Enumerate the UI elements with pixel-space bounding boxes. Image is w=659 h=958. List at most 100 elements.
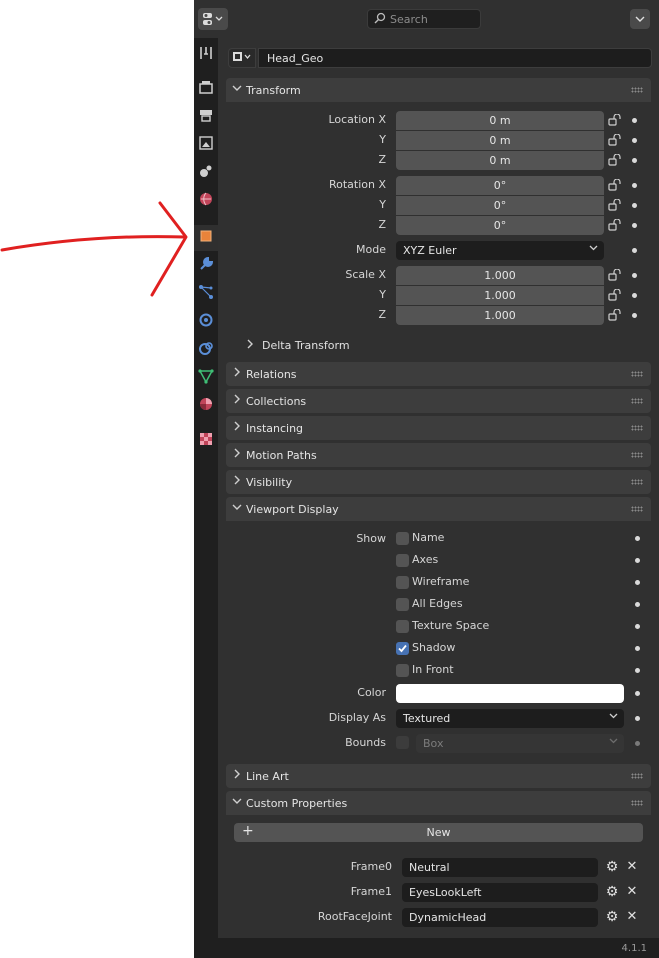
lock-icon[interactable] xyxy=(608,198,622,211)
tab-material[interactable] xyxy=(194,393,218,419)
keyframe-dot[interactable] xyxy=(632,203,637,208)
editor-type-button[interactable] xyxy=(198,8,228,30)
scale-x-field[interactable]: 1.000 xyxy=(396,266,604,285)
keyframe-dot[interactable] xyxy=(632,273,637,278)
lock-icon[interactable] xyxy=(608,178,622,191)
rotation-z-field[interactable]: 0° xyxy=(396,216,604,235)
show-name-checkbox[interactable] xyxy=(396,532,409,545)
keyframe-dot[interactable] xyxy=(635,580,640,585)
rotation-y-field[interactable]: 0° xyxy=(396,196,604,215)
drag-grip-icon[interactable] xyxy=(631,425,643,431)
panel-header[interactable]: Instancing xyxy=(226,416,651,440)
gear-icon[interactable]: ⚙ xyxy=(604,884,620,900)
drag-grip-icon[interactable] xyxy=(631,371,643,377)
location-y-field[interactable]: 0 m xyxy=(396,131,604,150)
show-in-front-checkbox[interactable] xyxy=(396,664,409,677)
drag-grip-icon[interactable] xyxy=(631,87,643,93)
scale-z-field[interactable]: 1.000 xyxy=(396,306,604,325)
tab-scene[interactable] xyxy=(194,160,218,186)
show-wireframe-checkbox[interactable] xyxy=(396,576,409,589)
keyframe-dot[interactable] xyxy=(635,602,640,607)
keyframe-dot[interactable] xyxy=(632,248,637,253)
close-icon[interactable]: ✕ xyxy=(625,884,639,900)
keyframe-dot[interactable] xyxy=(635,646,640,651)
object-type-dropdown[interactable] xyxy=(228,48,256,68)
display-as-select[interactable]: Textured xyxy=(396,709,624,728)
keyframe-dot[interactable] xyxy=(635,558,640,563)
keyframe-dot[interactable] xyxy=(635,668,640,673)
drag-grip-icon[interactable] xyxy=(631,452,643,458)
lock-icon[interactable] xyxy=(608,153,622,166)
tab-view-layer[interactable] xyxy=(194,132,218,158)
keyframe-dot[interactable] xyxy=(635,691,640,696)
tab-tool[interactable] xyxy=(194,42,218,68)
show-all-edges-checkbox[interactable] xyxy=(396,598,409,611)
keyframe-dot[interactable] xyxy=(632,223,637,228)
scale-y-field[interactable]: 1.000 xyxy=(396,286,604,305)
keyframe-dot[interactable] xyxy=(635,624,640,629)
keyframe-dot[interactable] xyxy=(632,118,637,123)
custom-property-value[interactable]: DynamicHead xyxy=(402,908,598,927)
tab-world[interactable] xyxy=(194,188,218,214)
physics-icon xyxy=(198,312,214,332)
keyframe-dot[interactable] xyxy=(635,716,640,721)
drag-grip-icon[interactable] xyxy=(631,506,643,512)
viewport-display-header[interactable]: Viewport Display xyxy=(226,497,651,521)
custom-property-value[interactable]: Neutral xyxy=(402,858,598,877)
panel-header[interactable]: Relations xyxy=(226,362,651,386)
show-shadow-checkbox[interactable] xyxy=(396,642,409,655)
tab-data[interactable] xyxy=(194,365,218,391)
new-property-button[interactable]: + New xyxy=(234,823,643,842)
gear-icon[interactable]: ⚙ xyxy=(604,859,620,875)
location-z-field[interactable]: 0 m xyxy=(396,151,604,170)
tab-particles[interactable] xyxy=(194,281,218,307)
tab-render[interactable] xyxy=(194,76,218,102)
bounds-select[interactable]: Box xyxy=(416,734,624,753)
rotation-x-field[interactable]: 0° xyxy=(396,176,604,195)
color-swatch[interactable] xyxy=(396,684,624,703)
bounds-checkbox[interactable] xyxy=(396,736,409,749)
lock-icon[interactable] xyxy=(608,218,622,231)
tab-modifiers[interactable] xyxy=(194,253,218,279)
keyframe-dot[interactable] xyxy=(632,158,637,163)
custom-properties-header[interactable]: Custom Properties xyxy=(226,791,651,815)
tab-constraints[interactable] xyxy=(194,337,218,363)
drag-grip-icon[interactable] xyxy=(631,800,643,806)
tab-output[interactable] xyxy=(194,104,218,130)
lock-icon[interactable] xyxy=(608,113,622,126)
show-axes-checkbox[interactable] xyxy=(396,554,409,567)
lock-icon[interactable] xyxy=(608,288,622,301)
keyframe-dot[interactable] xyxy=(635,741,640,746)
tab-texture[interactable] xyxy=(194,428,218,454)
tab-physics[interactable] xyxy=(194,309,218,335)
header-options-dropdown[interactable] xyxy=(630,9,650,29)
object-name-field[interactable]: Head_Geo xyxy=(258,48,652,68)
panel-header[interactable]: Visibility xyxy=(226,470,651,494)
keyframe-dot[interactable] xyxy=(632,313,637,318)
panel-header[interactable]: Motion Paths xyxy=(226,443,651,467)
drag-grip-icon[interactable] xyxy=(631,773,643,779)
line-art-header[interactable]: Line Art xyxy=(226,764,651,788)
delta-transform-subpanel[interactable]: Delta Transform xyxy=(246,336,350,354)
close-icon[interactable]: ✕ xyxy=(625,909,639,925)
keyframe-dot[interactable] xyxy=(632,293,637,298)
keyframe-dot[interactable] xyxy=(632,138,637,143)
close-icon[interactable]: ✕ xyxy=(625,859,639,875)
keyframe-dot[interactable] xyxy=(632,183,637,188)
color-label: Color xyxy=(357,686,386,699)
show-texture-space-checkbox[interactable] xyxy=(396,620,409,633)
keyframe-dot[interactable] xyxy=(635,536,640,541)
panel-header[interactable]: Collections xyxy=(226,389,651,413)
lock-icon[interactable] xyxy=(608,268,622,281)
location-x-field[interactable]: 0 m xyxy=(396,111,604,130)
tab-object[interactable] xyxy=(194,225,218,251)
lock-icon[interactable] xyxy=(608,308,622,321)
transform-panel-header[interactable]: Transform xyxy=(226,78,651,102)
lock-icon[interactable] xyxy=(608,133,622,146)
gear-icon[interactable]: ⚙ xyxy=(604,909,620,925)
search-field[interactable]: Search xyxy=(367,9,481,29)
custom-property-value[interactable]: EyesLookLeft xyxy=(402,883,598,902)
drag-grip-icon[interactable] xyxy=(631,479,643,485)
rotation-mode-select[interactable]: XYZ Euler xyxy=(396,241,604,260)
drag-grip-icon[interactable] xyxy=(631,398,643,404)
